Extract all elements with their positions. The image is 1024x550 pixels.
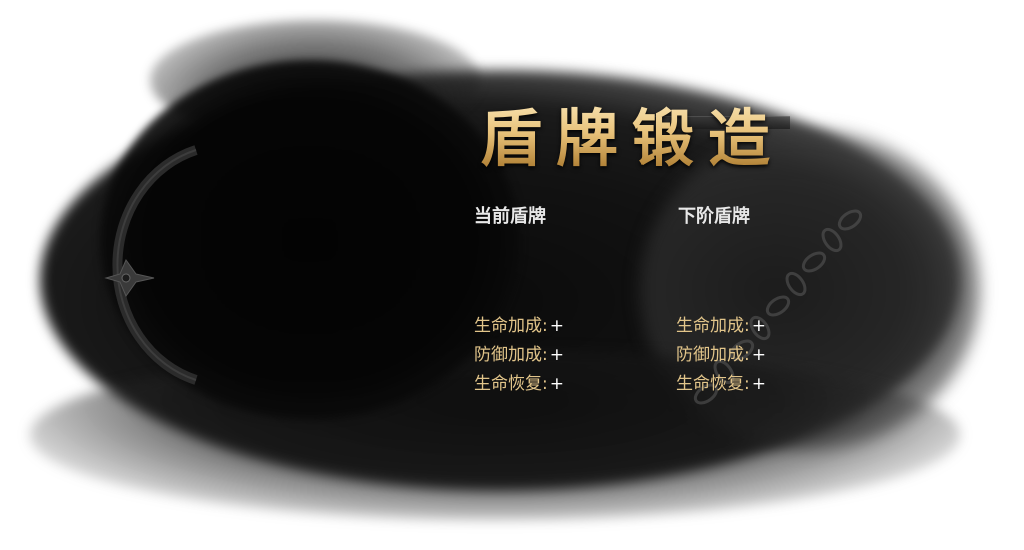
stat-value: +: [549, 345, 564, 365]
stat-value: +: [751, 345, 766, 365]
stat-label: 生命加成: [474, 316, 542, 336]
current-stat-defense-bonus: 防御加成: +: [474, 341, 564, 370]
stat-separator: :: [744, 374, 750, 394]
stat-label: 防御加成: [676, 345, 744, 365]
current-stat-hp-regen: 生命恢复: +: [474, 370, 564, 399]
stat-value: +: [751, 374, 766, 394]
stat-separator: :: [542, 345, 548, 365]
next-stat-hp-regen: 生命恢复: +: [676, 370, 766, 399]
stat-label: 生命加成: [676, 316, 744, 336]
next-stat-defense-bonus: 防御加成: +: [676, 341, 766, 370]
shield-emblem-icon: [104, 145, 198, 385]
stat-label: 生命恢复: [676, 374, 744, 394]
panel-title: 盾牌锻造: [480, 88, 784, 188]
chain-decoration: [693, 209, 863, 405]
stat-separator: :: [744, 316, 750, 336]
stat-value: +: [549, 316, 564, 336]
stat-value: +: [549, 374, 564, 394]
next-stat-hp-bonus: 生命加成: +: [676, 312, 766, 341]
stat-separator: :: [542, 316, 548, 336]
next-shield-header: 下阶盾牌: [678, 206, 750, 227]
stat-separator: :: [744, 345, 750, 365]
shield-forge-panel: 盾牌锻造 当前盾牌 下阶盾牌 生命加成: + 防御加成: + 生命恢复: + 生命加成…: [0, 0, 1024, 550]
stat-separator: :: [542, 374, 548, 394]
stat-label: 生命恢复: [474, 374, 542, 394]
stat-label: 防御加成: [474, 345, 542, 365]
current-shield-stats: 生命加成: + 防御加成: + 生命恢复: +: [474, 312, 564, 399]
current-stat-hp-bonus: 生命加成: +: [474, 312, 564, 341]
next-shield-stats: 生命加成: + 防御加成: + 生命恢复: +: [676, 312, 766, 399]
current-shield-header: 当前盾牌: [474, 206, 546, 227]
stat-value: +: [751, 316, 766, 336]
